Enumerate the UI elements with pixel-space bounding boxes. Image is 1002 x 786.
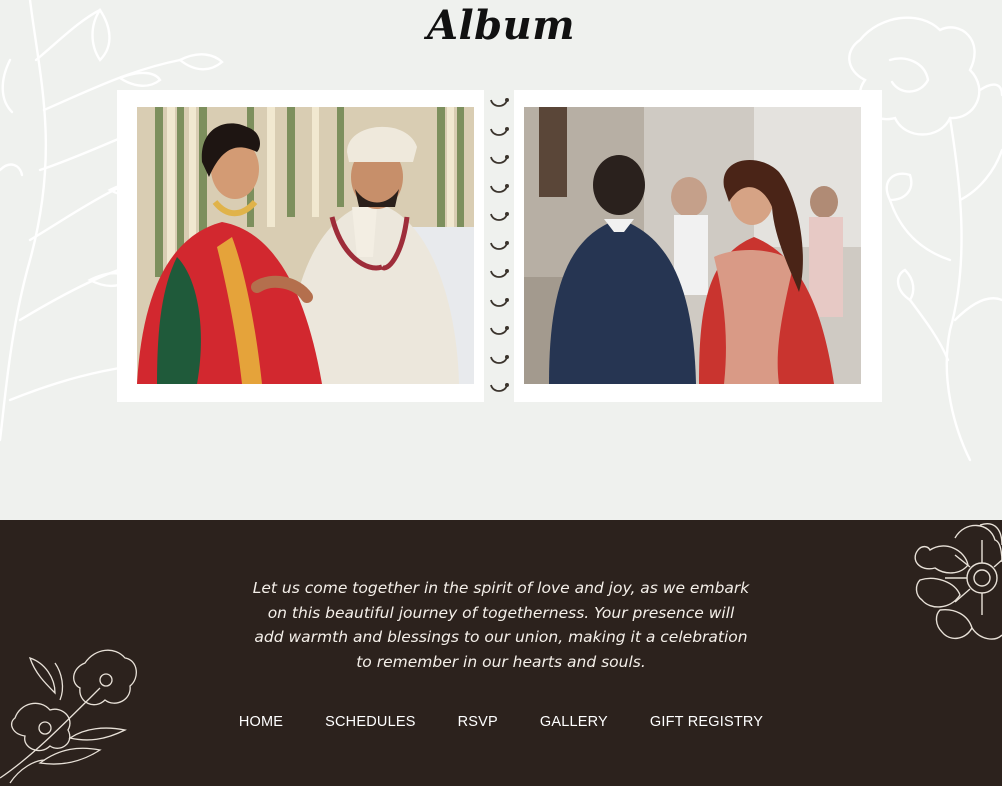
spiral-binding-ring-icon xyxy=(490,212,509,221)
spiral-binding-ring-icon xyxy=(490,184,509,193)
spiral-binding-ring-icon xyxy=(490,155,509,164)
spiral-binding-ring-icon xyxy=(490,241,509,250)
footer: Let us come together in the spirit of lo… xyxy=(0,520,1002,786)
spiral-binding-ring-icon xyxy=(490,383,509,392)
floral-branch-icon xyxy=(0,649,137,784)
album-book xyxy=(117,90,882,402)
album-title: Album xyxy=(426,2,576,49)
spiral-binding-ring-icon xyxy=(490,127,509,136)
wedding-photo-street[interactable] xyxy=(524,107,861,384)
nav-link-rsvp[interactable]: RSVP xyxy=(458,714,498,730)
spiral-binding-ring-icon xyxy=(490,355,509,364)
nav-link-schedules[interactable]: SCHEDULES xyxy=(325,714,415,730)
flower-outline-icon xyxy=(914,523,1002,640)
spiral-binding-ring-icon xyxy=(490,326,509,335)
spiral-binding-ring-icon xyxy=(490,98,509,107)
wedding-photo-traditional[interactable] xyxy=(137,107,474,384)
footer-nav: HOME SCHEDULES RSVP GALLERY GIFT REGISTR… xyxy=(0,714,1002,730)
footer-message: Let us come together in the spirit of lo… xyxy=(252,579,750,671)
nav-link-home[interactable]: HOME xyxy=(239,714,283,730)
nav-link-gift-registry[interactable]: GIFT REGISTRY xyxy=(650,714,763,730)
nav-link-gallery[interactable]: GALLERY xyxy=(540,714,608,730)
album-section: Album xyxy=(0,0,1002,520)
spiral-binding-ring-icon xyxy=(490,269,509,278)
spiral-binding-ring-icon xyxy=(490,298,509,307)
spiral-binding xyxy=(484,90,514,402)
